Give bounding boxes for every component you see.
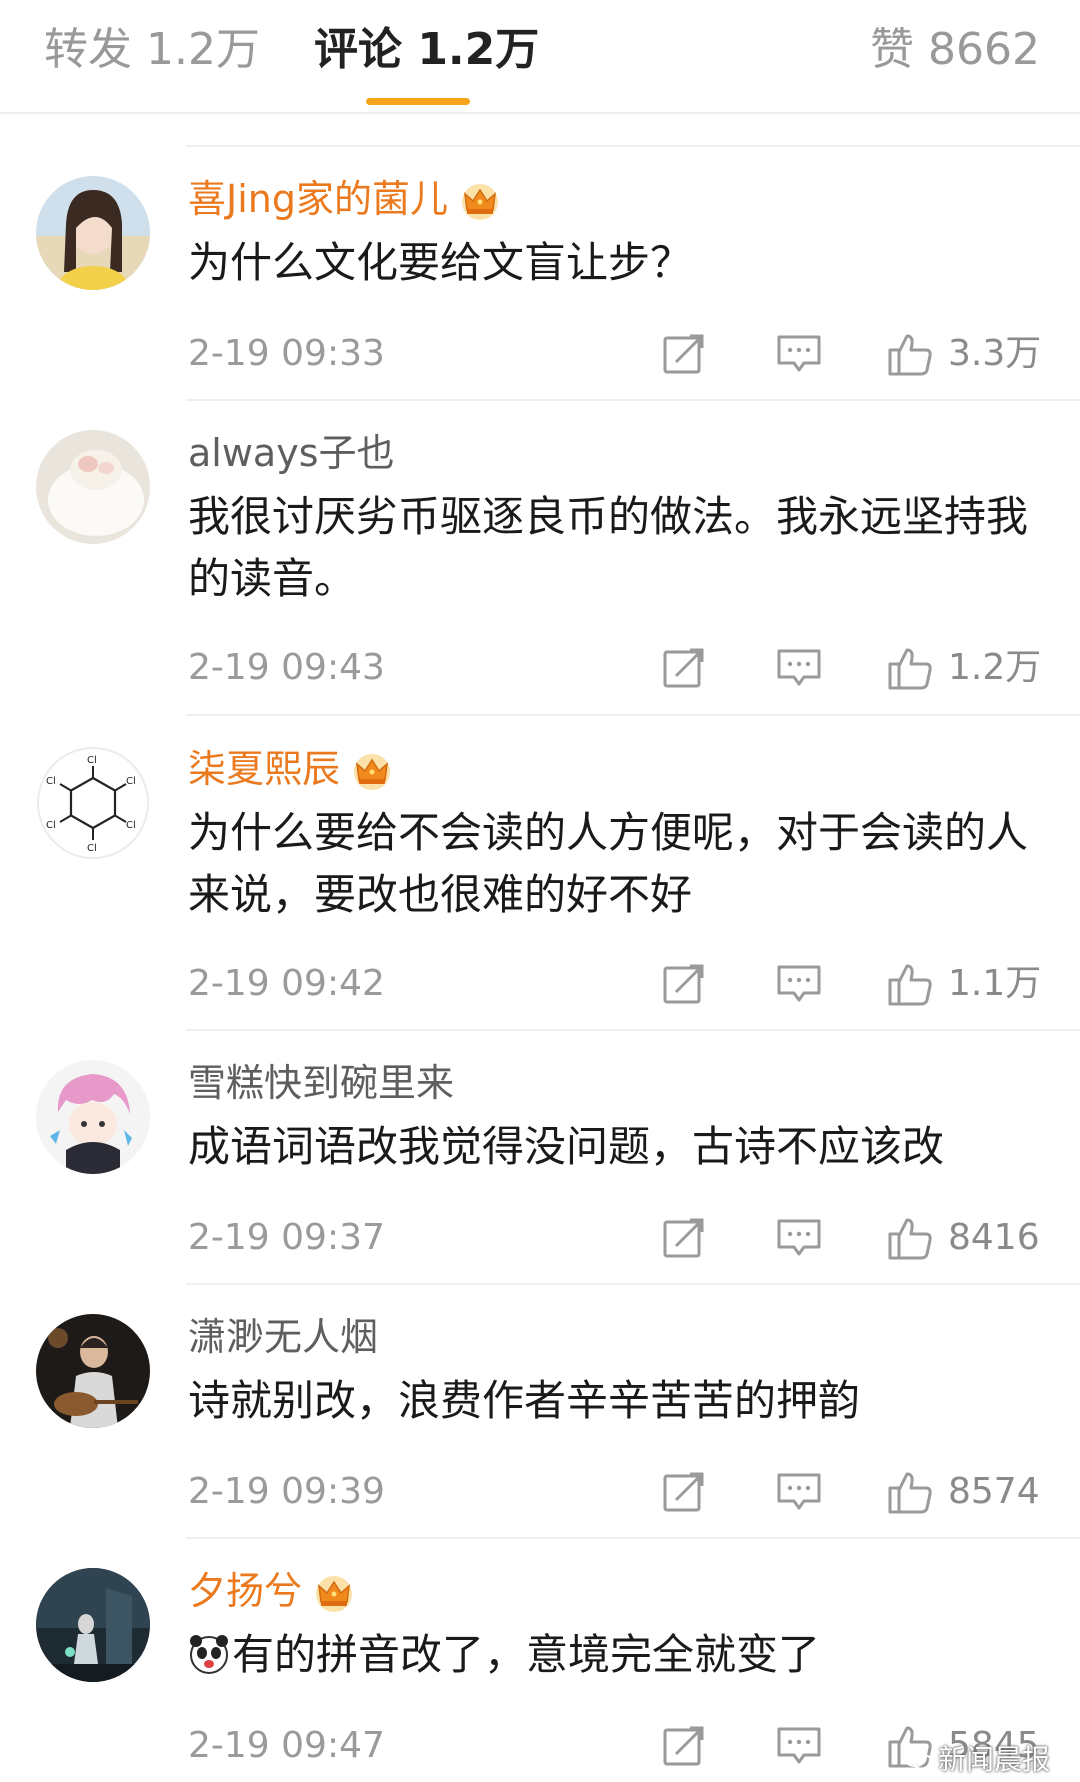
comment-content: 有的拼音改了，意境完全就变了	[188, 1624, 1048, 1686]
crown-icon	[312, 1574, 356, 1614]
repost-icon[interactable]	[660, 330, 710, 378]
like-count: 8574	[948, 1471, 1040, 1512]
thumbs-up-icon	[886, 1468, 934, 1516]
svg-text:Cl: Cl	[46, 776, 56, 787]
thumbs-up-icon	[886, 644, 934, 692]
comment-bubble-icon[interactable]	[774, 1722, 824, 1770]
divider	[186, 145, 1080, 147]
like-button[interactable]: 1.2万	[886, 644, 1046, 692]
username-text[interactable]: 柒夏熙辰	[188, 747, 340, 791]
username[interactable]: 潇渺无人烟	[188, 1312, 378, 1362]
comment-tab-bar: 转发 1.2万 评论 1.2万 赞 8662	[0, 0, 1080, 114]
repost-icon[interactable]	[660, 1214, 710, 1262]
username-text[interactable]: 雪糕快到碗里来	[188, 1061, 454, 1105]
tab-comments[interactable]: 评论 1.2万	[314, 22, 539, 78]
avatar[interactable]	[36, 1060, 150, 1174]
username-text[interactable]: 喜Jing家的菌儿	[188, 177, 448, 221]
comment-text: 成语词语改我觉得没问题，古诗不应该改	[188, 1122, 945, 1171]
comment-text: 为什么文化要给文盲让步？	[188, 238, 693, 287]
comment-bubble-icon[interactable]	[774, 960, 824, 1008]
like-button[interactable]: 8416	[886, 1214, 1046, 1262]
comment-text: 为什么要给不会读的人方便呢，对于会读的人来说，要改也很难的好不好	[188, 808, 1029, 919]
like-count: 1.2万	[948, 647, 1042, 688]
wechat-logo-icon	[902, 1745, 934, 1773]
comment-meta: 2-19 09:37 8416	[0, 1208, 1080, 1268]
username-text[interactable]: 潇渺无人烟	[188, 1315, 378, 1359]
like-button[interactable]: 1.1万	[886, 960, 1046, 1008]
divider	[186, 1537, 1080, 1539]
comment-text: 诗就别改，浪费作者辛辛苦苦的押韵	[188, 1376, 861, 1425]
username-text[interactable]: always子也	[188, 431, 395, 475]
username[interactable]: always子也	[188, 428, 395, 478]
tab-likes[interactable]: 赞 8662	[870, 22, 1040, 78]
timestamp: 2-19 09:39	[188, 1471, 385, 1512]
comment-bubble-icon[interactable]	[774, 644, 824, 692]
divider	[186, 1029, 1080, 1031]
active-tab-indicator	[366, 98, 470, 105]
thumbs-up-icon	[886, 1214, 934, 1262]
repost-icon[interactable]	[660, 1468, 710, 1516]
thumbs-up-icon	[886, 330, 934, 378]
svg-text:Cl: Cl	[126, 820, 136, 831]
like-button[interactable]: 8574	[886, 1468, 1046, 1516]
comment-meta: 2-19 09:39 8574	[0, 1462, 1080, 1522]
timestamp: 2-19 09:47	[188, 1725, 385, 1766]
avatar[interactable]	[36, 430, 150, 544]
thumbs-up-icon	[886, 960, 934, 1008]
svg-text:Cl: Cl	[87, 843, 97, 854]
like-button[interactable]: 3.3万	[886, 330, 1046, 378]
repost-icon[interactable]	[660, 960, 710, 1008]
comment-meta: 2-19 09:43 1.2万	[0, 638, 1080, 698]
avatar[interactable]	[36, 1568, 150, 1682]
comment-bubble-icon[interactable]	[774, 1468, 824, 1516]
comment-bubble-icon[interactable]	[774, 330, 824, 378]
username[interactable]: 夕扬兮	[188, 1566, 356, 1616]
crown-icon	[350, 752, 394, 792]
watermark-text: 新闻晨报	[937, 1743, 1050, 1776]
timestamp: 2-19 09:37	[188, 1217, 385, 1258]
watermark: 新闻晨报	[902, 1742, 1050, 1778]
comment-text: 有的拼音改了，意境完全就变了	[232, 1630, 821, 1679]
timestamp: 2-19 09:42	[188, 963, 385, 1004]
svg-text:Cl: Cl	[87, 755, 97, 766]
username-text[interactable]: 夕扬兮	[188, 1569, 302, 1613]
username[interactable]: 雪糕快到碗里来	[188, 1058, 454, 1108]
avatar[interactable]	[36, 1314, 150, 1428]
repost-icon[interactable]	[660, 644, 710, 692]
comment-meta: 2-19 09:42 1.1万	[0, 954, 1080, 1014]
comment-meta: 2-19 09:33 3.3万	[0, 324, 1080, 384]
tab-forward[interactable]: 转发 1.2万	[44, 22, 260, 78]
panda-face-emoji	[188, 1633, 230, 1675]
username[interactable]: 柒夏熙辰	[188, 744, 394, 794]
like-count: 8416	[948, 1217, 1040, 1258]
timestamp: 2-19 09:33	[188, 333, 385, 374]
like-count: 1.1万	[948, 963, 1042, 1004]
svg-text:Cl: Cl	[46, 820, 56, 831]
avatar[interactable]: Cl Cl Cl Cl Cl Cl	[36, 746, 150, 860]
divider	[186, 714, 1080, 716]
divider	[186, 399, 1080, 401]
like-count: 3.3万	[948, 333, 1042, 374]
divider	[186, 1283, 1080, 1285]
comment-bubble-icon[interactable]	[774, 1214, 824, 1262]
comment-text: 我很讨厌劣币驱逐良币的做法。我永远坚持我的读音。	[188, 492, 1029, 603]
username[interactable]: 喜Jing家的菌儿	[188, 174, 502, 224]
svg-text:Cl: Cl	[126, 776, 136, 787]
timestamp: 2-19 09:43	[188, 647, 385, 688]
repost-icon[interactable]	[660, 1722, 710, 1770]
avatar[interactable]	[36, 176, 150, 290]
crown-icon	[458, 182, 502, 222]
